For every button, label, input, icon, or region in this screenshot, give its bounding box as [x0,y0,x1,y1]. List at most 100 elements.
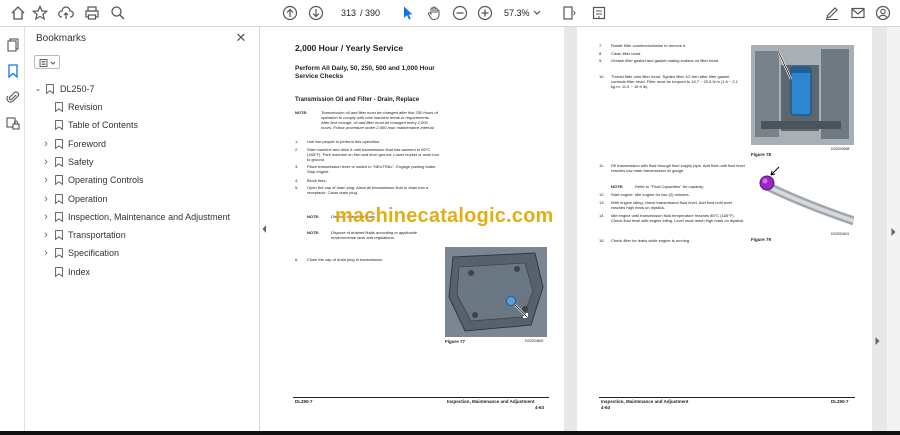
step-text: Block tires. [307,178,327,183]
step-number: 3. [295,164,299,169]
select-cursor-icon[interactable] [399,4,417,22]
step-text: Check filter for leaks while engine is r… [611,238,691,243]
bookmark-item[interactable]: › Operating Controls [25,172,255,188]
document-page-right: 7. Rotate filter counterclockwise to remo… [577,27,872,435]
bookmark-options-button[interactable] [34,55,60,69]
step-text: With engine idling, check transmission f… [611,200,732,210]
collapse-right-pane-icon[interactable] [890,227,897,237]
zoom-in-icon[interactable] [476,4,494,22]
bookmark-item[interactable]: › Transportation [25,227,255,243]
panel-splitter[interactable] [260,27,269,435]
bookmark-icon [55,248,63,259]
bottom-bar [0,431,900,435]
bookmark-icon [55,175,63,186]
layers-lock-icon[interactable] [4,114,22,132]
page-number-input[interactable]: 313 [334,6,356,21]
footer-model: DL250-7 [831,399,849,404]
step-text: Use two people to perform this operation… [307,139,381,144]
collapse-panel-icon[interactable] [261,224,268,234]
previous-page-icon[interactable] [281,4,299,22]
bookmark-root[interactable]: ⌄ DL250-7 [25,81,255,97]
bookmark-label: Index [68,266,91,277]
bookmark-label: Transportation [68,230,126,241]
bookmark-item[interactable]: › Inspection, Maintenance and Adjustment [25,209,255,225]
scroll-right-icon[interactable] [874,336,881,346]
document-viewer[interactable]: 2,000 Hour / Yearly Service Perform All … [269,27,887,435]
step-text: Start engine. Idle engine for two (2) mi… [611,192,690,197]
step-text: Idle engine until transmission fluid tem… [611,213,745,223]
step-number: 4. [295,178,299,183]
zoom-out-icon[interactable] [451,4,469,22]
page-thumbnails-icon[interactable] [4,36,22,54]
note-label: NOTE: [611,184,624,189]
footer-page-number: 4-63 [535,405,545,410]
bookmark-label: Revision [68,102,103,112]
footer-section: Inspection, Maintenance and Adjustment [447,399,535,404]
vertical-scrollbar[interactable] [887,27,900,435]
figure-78-image [751,45,854,145]
home-icon[interactable] [9,4,27,22]
bookmark-item[interactable]: › Specification [25,245,255,261]
step-number: 10. [599,74,605,79]
bookmark-icon [55,157,63,167]
fit-page-icon[interactable] [560,4,578,22]
bookmark-label: Specification [68,248,120,259]
close-icon[interactable]: ✕ [234,31,248,45]
figure-77-image [445,247,547,337]
bookmark-item[interactable]: Index [25,264,255,280]
chevron-right-icon[interactable]: › [41,172,51,188]
bookmark-item[interactable]: › Foreword [25,136,255,152]
page-title: 2,000 Hour / Yearly Service [295,43,404,53]
bookmark-icon [55,102,63,112]
bookmark-item[interactable]: Revision [25,99,255,115]
next-page-icon[interactable] [307,4,325,22]
figure-caption: Figure 78 [751,152,772,157]
chevron-right-icon[interactable]: › [41,209,51,225]
step-number: 1. [295,139,299,144]
zoom-level[interactable]: 57.3% [504,6,530,21]
scroll-mode-icon[interactable] [590,4,608,22]
step-number: 2. [295,147,299,152]
watermark-text: machinecatalogic.com [335,205,554,227]
step-number: 14. [599,213,605,218]
bookmark-item[interactable]: › Operation [25,191,255,207]
bookmark-item[interactable]: Table of Contents [25,117,255,133]
print-icon[interactable] [83,4,101,22]
bookmark-icon [55,211,63,222]
bookmark-icon [55,120,63,131]
document-page-left: 2,000 Hour / Yearly Service Perform All … [269,27,564,435]
step-text: Start machine and drive it until transmi… [307,147,439,162]
left-tool-rail [0,27,25,435]
search-icon[interactable] [109,4,127,22]
bookmark-item[interactable]: › Safety [25,154,255,170]
chevron-down-icon[interactable]: ⌄ [33,81,43,97]
note-label: NOTE: [295,110,308,115]
chevron-right-icon[interactable]: › [41,154,51,170]
options-list-icon [39,59,56,67]
step-text: Open the cap of drain plug. Allow all tr… [307,185,429,195]
bookmark-label: Foreword [68,138,107,149]
chevron-right-icon[interactable]: › [41,136,51,152]
zoom-dropdown-chevron-icon[interactable] [532,4,542,22]
chevron-right-icon[interactable]: › [41,227,51,243]
cloud-upload-icon[interactable] [57,4,75,22]
mail-icon[interactable] [849,4,867,22]
note-label: NOTE: [307,214,320,219]
chevron-right-icon[interactable]: › [41,191,51,207]
bookmark-label: Operation [68,193,108,204]
note-label: NOTE: [307,230,320,235]
step-number: 7. [599,43,603,48]
attachment-icon[interactable] [4,88,22,106]
chevron-right-icon[interactable]: › [41,245,51,261]
top-toolbar: 313 / 390 57.3% [0,0,900,27]
sign-pen-icon[interactable] [823,4,841,22]
step-number: 8. [599,51,603,56]
bookmarks-panel: Bookmarks ✕ ⌄ DL250-7 Revision Table of C… [25,27,260,435]
footer-page-number: 4-64 [601,405,611,410]
star-icon[interactable] [31,4,49,22]
page-total: / 390 [360,8,381,18]
hand-tool-icon[interactable] [425,4,443,22]
bookmark-icon[interactable] [4,62,22,80]
account-icon[interactable] [874,4,892,22]
bookmark-label: DL250-7 [60,84,95,94]
